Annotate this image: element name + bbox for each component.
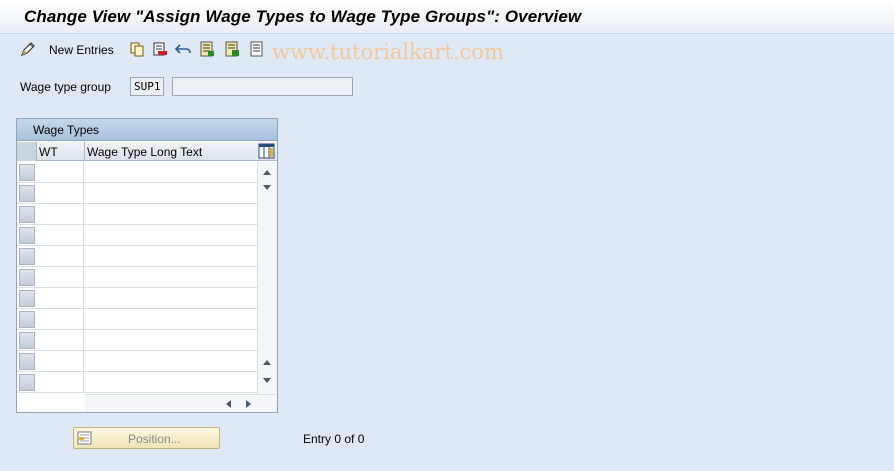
table-row [17,225,257,246]
table-row [17,330,257,351]
deselect-all-icon[interactable] [249,41,265,57]
long-text-cell[interactable] [85,183,257,203]
wt-cell[interactable] [37,162,84,182]
table-settings-icon[interactable] [258,143,275,159]
long-text-cell[interactable] [85,225,257,245]
wage-type-group-field[interactable]: SUP1 [130,77,164,96]
row-selector[interactable] [19,248,35,265]
long-text-cell[interactable] [85,246,257,266]
table-row [17,162,257,183]
new-entries-button[interactable]: New Entries [49,43,114,57]
wt-cell[interactable] [37,225,84,245]
page-up-arrow-icon[interactable] [263,360,271,365]
table-rows [17,162,257,393]
table-row [17,204,257,225]
wage-type-group-description-field [172,77,353,96]
table-row [17,267,257,288]
horizontal-scrollbar[interactable] [85,394,277,412]
long-text-cell[interactable] [85,162,257,182]
scroll-up-arrow-icon[interactable] [263,170,271,175]
wage-type-group-label: Wage type group [20,80,111,94]
row-selector[interactable] [19,164,35,181]
long-text-cell[interactable] [85,204,257,224]
table-row [17,183,257,204]
row-selector[interactable] [19,185,35,202]
page-down-arrow-icon[interactable] [263,185,271,190]
page-title: Change View "Assign Wage Types to Wage T… [24,7,582,26]
wt-cell[interactable] [37,330,84,350]
row-selector[interactable] [19,206,35,223]
table-title-bar: Wage Types [17,119,277,141]
wt-cell[interactable] [37,309,84,329]
long-text-cell[interactable] [85,351,257,371]
delete-icon[interactable] [152,41,168,57]
entry-count: Entry 0 of 0 [303,432,365,446]
wt-cell[interactable] [37,183,84,203]
position-button[interactable]: Position... [73,427,220,449]
table-row [17,246,257,267]
table-row [17,309,257,330]
row-selector[interactable] [19,290,35,307]
row-selector[interactable] [19,269,35,286]
scroll-left-arrow-icon[interactable] [226,400,231,408]
table-header: WT Wage Type Long Text [17,142,277,161]
vertical-scrollbar[interactable] [257,162,277,394]
position-button-label: Position... [128,432,181,446]
wt-cell[interactable] [37,246,84,266]
select-all-rows-button[interactable] [17,142,37,161]
column-header-long-text[interactable]: Wage Type Long Text [87,145,202,159]
edit-pencil-icon[interactable] [20,41,36,57]
select-all-icon[interactable] [199,41,215,57]
undo-icon[interactable] [175,41,191,57]
row-selector[interactable] [19,332,35,349]
wt-cell[interactable] [37,372,84,392]
table-row [17,288,257,309]
long-text-cell[interactable] [85,267,257,287]
wt-cell[interactable] [37,351,84,371]
title-bar: Change View "Assign Wage Types to Wage T… [0,0,894,34]
select-block-icon[interactable] [224,41,240,57]
copy-icon[interactable] [129,41,145,57]
watermark: www.tutorialkart.com [272,40,504,64]
row-selector[interactable] [19,311,35,328]
table-title: Wage Types [33,123,100,137]
scroll-down-arrow-icon[interactable] [263,378,271,383]
wt-cell[interactable] [37,267,84,287]
row-selector[interactable] [19,374,35,391]
wage-types-table: Wage Types WT Wage Type Long Text [16,118,278,413]
row-selector[interactable] [19,353,35,370]
column-divider [84,142,85,161]
wt-cell[interactable] [37,288,84,308]
scroll-right-arrow-icon[interactable] [246,400,251,408]
long-text-cell[interactable] [85,372,257,392]
position-icon [77,431,92,445]
table-row [17,372,257,393]
wt-cell[interactable] [37,204,84,224]
row-selector[interactable] [19,227,35,244]
long-text-cell[interactable] [85,288,257,308]
long-text-cell[interactable] [85,330,257,350]
long-text-cell[interactable] [85,309,257,329]
table-row [17,351,257,372]
column-header-wt[interactable]: WT [39,145,58,159]
